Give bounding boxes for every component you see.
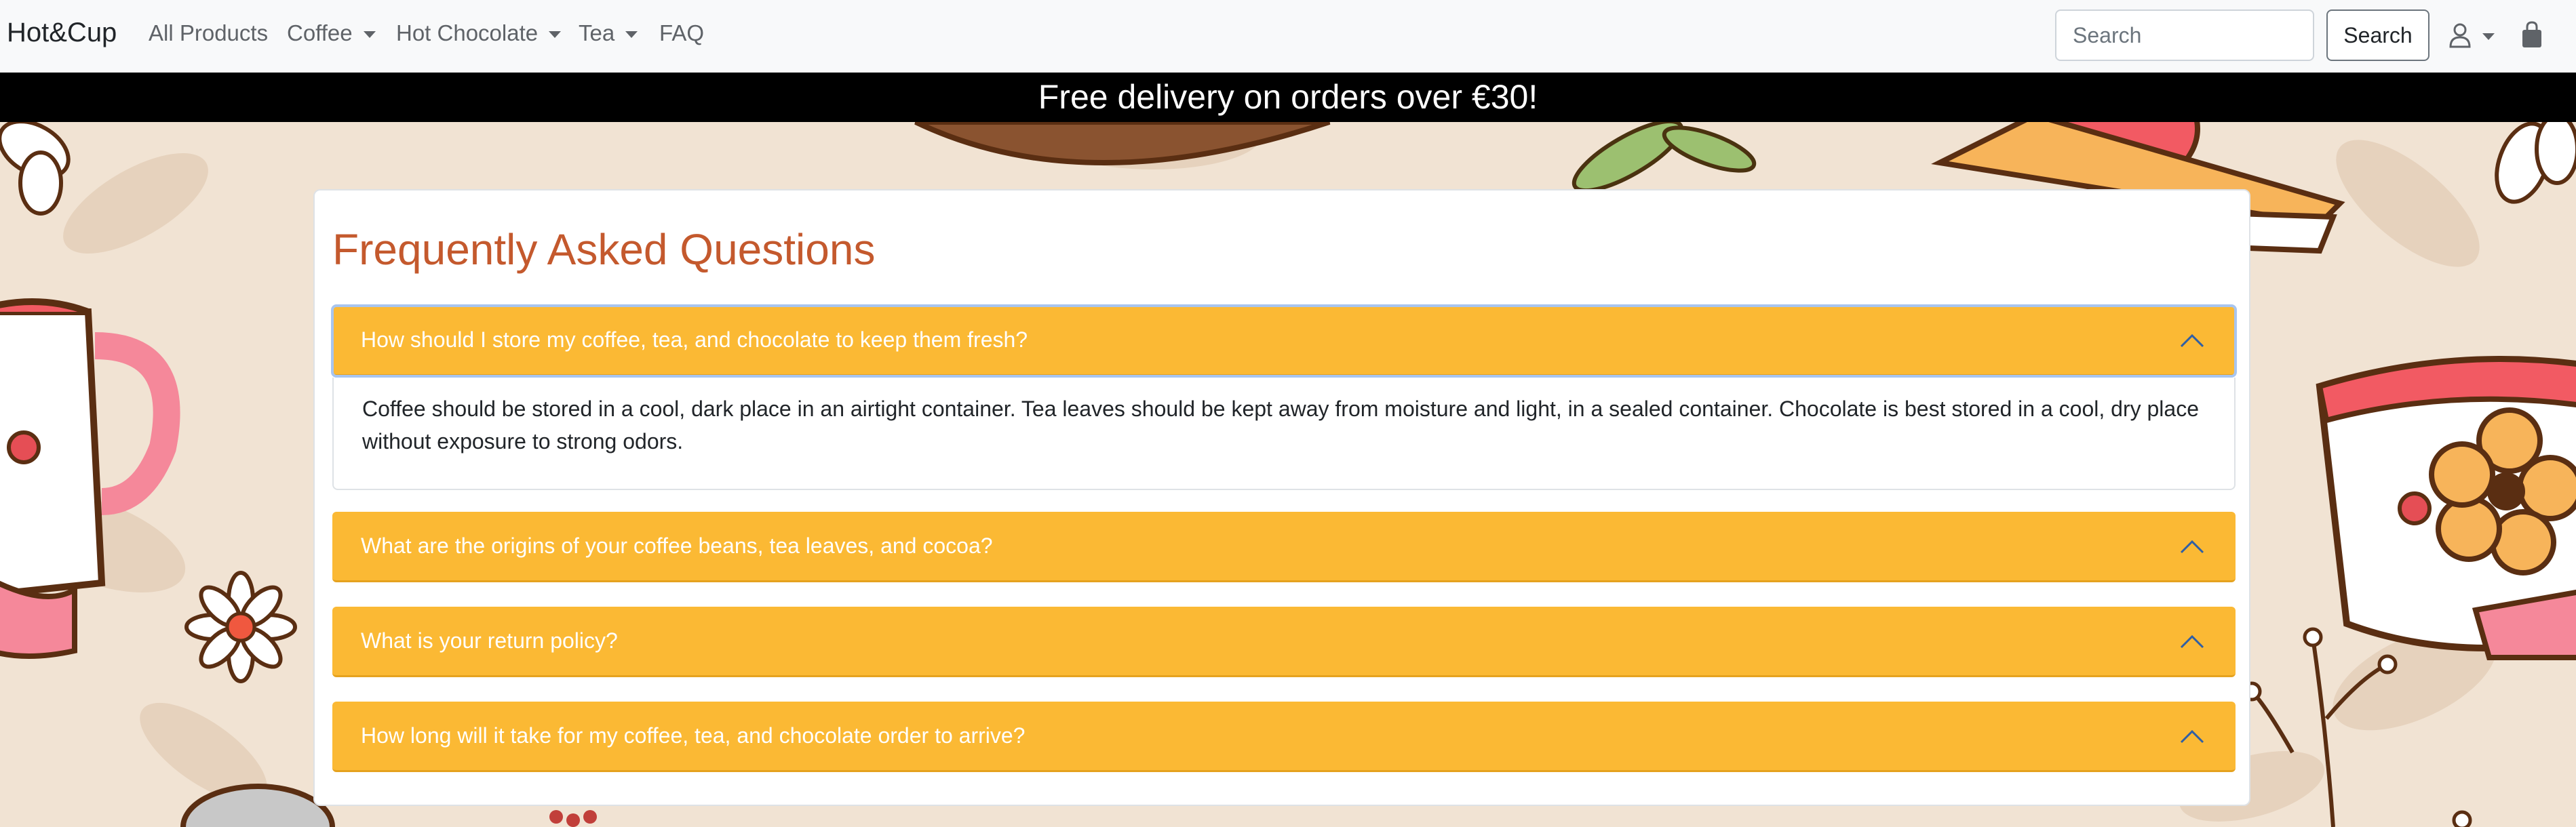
accordion-item: How should I store my coffee, tea, and c… (331, 304, 2237, 491)
faq-card: Frequently Asked Questions How should I … (313, 189, 2250, 806)
promo-banner: Free delivery on orders over €30! (0, 73, 2576, 122)
nav-faq-label: FAQ (659, 20, 705, 45)
nav-tea-dropdown[interactable]: Tea (579, 20, 638, 46)
accordion-question: What are the origins of your coffee bean… (361, 533, 993, 558)
promo-text: Free delivery on orders over €30! (1038, 78, 1538, 116)
accordion-question: How should I store my coffee, tea, and c… (361, 327, 1028, 352)
chevron-up-icon (2180, 729, 2204, 744)
nav-coffee-dropdown[interactable]: Coffee (287, 20, 376, 46)
nav-all-products[interactable]: All Products (149, 20, 268, 46)
accordion-body: Coffee should be stored in a cool, dark … (332, 378, 2236, 490)
accordion-answer: Coffee should be stored in a cool, dark … (362, 397, 2199, 453)
search-button[interactable]: Search (2326, 9, 2429, 61)
accordion-item: What is your return policy? (332, 607, 2236, 677)
accordion-question: What is your return policy? (361, 628, 618, 653)
top-navbar: Hot&Cup All Products Coffee Hot Chocolat… (0, 0, 2576, 73)
caret-down-icon (625, 31, 638, 38)
user-icon (2449, 23, 2471, 48)
nav-faq[interactable]: FAQ (659, 20, 704, 46)
caret-down-icon (2482, 33, 2495, 40)
nav-coffee-label: Coffee (287, 20, 353, 45)
accordion-item: What are the origins of your coffee bean… (332, 512, 2236, 582)
accordion-header[interactable]: How long will it take for my coffee, tea… (332, 702, 2236, 772)
accordion-header[interactable]: How should I store my coffee, tea, and c… (331, 304, 2237, 378)
nav-hot-chocolate-dropdown[interactable]: Hot Chocolate (396, 20, 562, 46)
user-menu-dropdown[interactable] (2448, 20, 2503, 50)
caret-down-icon (549, 31, 562, 38)
nav-hot-chocolate-label: Hot Chocolate (396, 20, 539, 45)
search-input[interactable] (2055, 9, 2314, 61)
chevron-up-icon (2180, 634, 2204, 649)
chevron-up-icon (2180, 540, 2204, 554)
brand-logo[interactable]: Hot&Cup (7, 18, 117, 48)
chevron-up-icon (2180, 334, 2204, 348)
page-title: Frequently Asked Questions (332, 225, 876, 274)
accordion-header[interactable]: What is your return policy? (332, 607, 2236, 677)
caret-down-icon (363, 31, 376, 38)
nav-all-products-label: All Products (149, 20, 269, 45)
shopping-bag-icon[interactable] (2520, 20, 2543, 50)
nav-tea-label: Tea (579, 20, 615, 45)
accordion-header[interactable]: What are the origins of your coffee bean… (332, 512, 2236, 582)
accordion-question: How long will it take for my coffee, tea… (361, 723, 1026, 748)
accordion-item: How long will it take for my coffee, tea… (332, 702, 2236, 772)
